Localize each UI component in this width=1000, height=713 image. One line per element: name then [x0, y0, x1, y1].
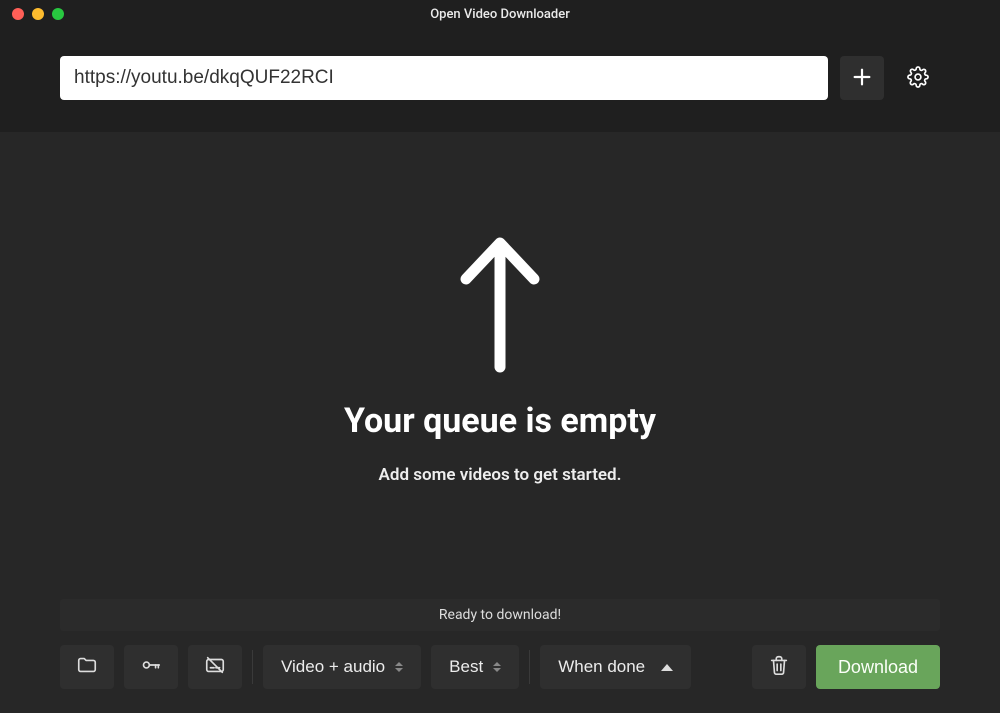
auth-key-button[interactable]	[124, 645, 178, 689]
separator	[252, 650, 253, 684]
gear-icon	[907, 66, 929, 91]
window-title: Open Video Downloader	[0, 7, 1000, 22]
main-area: Your queue is empty Add some videos to g…	[0, 132, 1000, 599]
quality-label: Best	[449, 657, 483, 677]
key-icon	[140, 654, 162, 681]
empty-subtitle: Add some videos to get started.	[379, 465, 622, 485]
trash-icon	[768, 654, 790, 681]
when-done-label: When done	[558, 657, 645, 677]
minimize-window-button[interactable]	[32, 8, 44, 20]
topbar	[0, 28, 1000, 132]
subtitles-off-icon	[204, 654, 226, 681]
open-folder-button[interactable]	[60, 645, 114, 689]
status-bar: Ready to download!	[60, 599, 940, 631]
when-done-select[interactable]: When done	[540, 645, 691, 689]
download-label: Download	[838, 657, 918, 678]
separator	[529, 650, 530, 684]
sort-icon	[395, 662, 403, 672]
close-window-button[interactable]	[12, 8, 24, 20]
plus-icon	[851, 66, 873, 91]
add-url-button[interactable]	[840, 56, 884, 100]
chevron-up-icon	[661, 664, 673, 671]
window-controls	[12, 8, 64, 20]
format-select[interactable]: Video + audio	[263, 645, 421, 689]
folder-icon	[76, 654, 98, 681]
bottombar: Video + audio Best When done Download	[0, 645, 1000, 713]
download-button[interactable]: Download	[816, 645, 940, 689]
url-input[interactable]	[60, 56, 828, 100]
status-text: Ready to download!	[439, 607, 561, 623]
arrow-up-icon	[452, 227, 548, 381]
settings-button[interactable]	[896, 56, 940, 100]
clear-queue-button[interactable]	[752, 645, 806, 689]
maximize-window-button[interactable]	[52, 8, 64, 20]
subtitles-off-button[interactable]	[188, 645, 242, 689]
sort-icon	[493, 662, 501, 672]
titlebar: Open Video Downloader	[0, 0, 1000, 28]
quality-select[interactable]: Best	[431, 645, 519, 689]
empty-title: Your queue is empty	[344, 401, 656, 441]
format-label: Video + audio	[281, 657, 385, 677]
